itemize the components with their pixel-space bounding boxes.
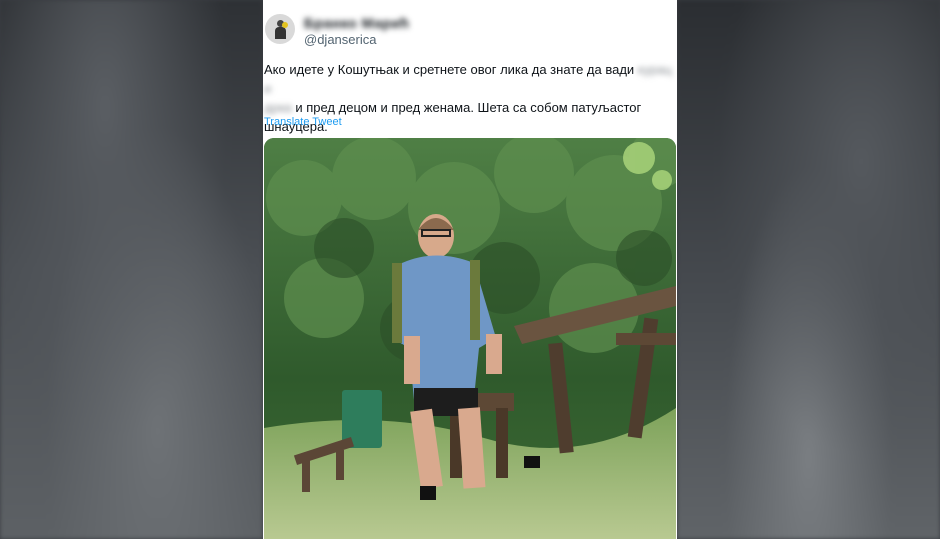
tweet-card: Бранко Марић @djanserica Ако идете у Кош… — [263, 0, 677, 539]
tweet-text-blurred-2: дркa — [264, 100, 292, 115]
user-handle[interactable]: @djanserica — [304, 32, 376, 47]
translate-tweet-link[interactable]: Translate Tweet — [264, 116, 342, 128]
display-name[interactable]: Бранко Марић — [304, 15, 409, 31]
background-right — [677, 0, 940, 539]
photo-illustration — [264, 138, 676, 539]
avatar[interactable] — [265, 14, 295, 44]
tweet-header: Бранко Марић @djanserica — [263, 14, 677, 50]
tweet-photo[interactable] — [264, 138, 676, 539]
tweet-text-part1: Ако идете у Кошутњак и сретнете овог лик… — [264, 62, 638, 77]
background-left — [0, 0, 263, 539]
